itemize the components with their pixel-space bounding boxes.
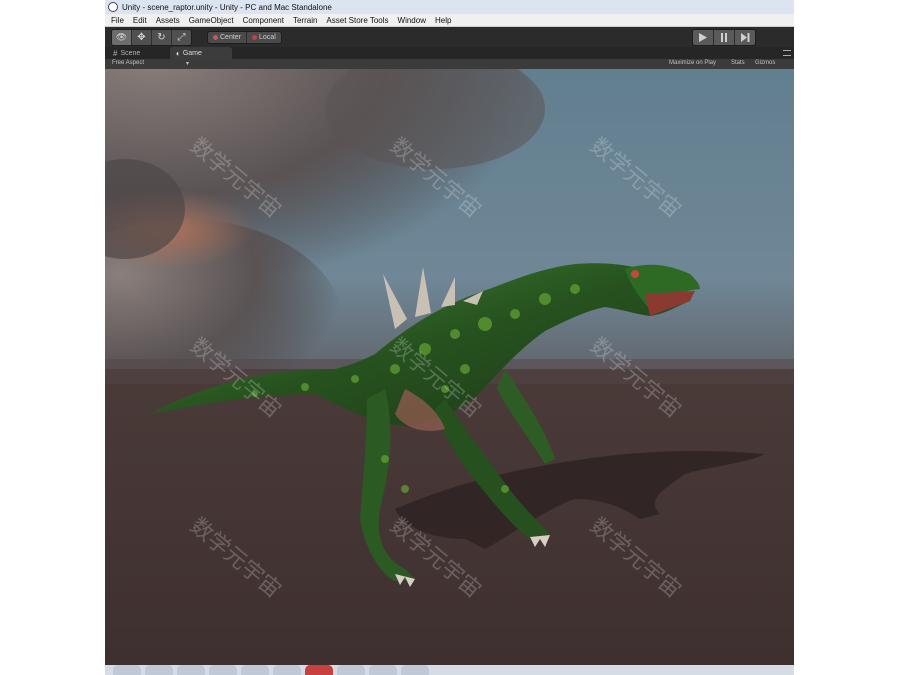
pivot-center-button[interactable]: Center: [208, 32, 248, 43]
tab-game-label: Game: [182, 49, 202, 57]
taskbar-app-icon[interactable]: [145, 665, 173, 675]
local-icon: [252, 35, 258, 40]
menu-asset-store-tools[interactable]: Asset Store Tools: [326, 16, 388, 25]
taskbar-app-icon[interactable]: [177, 665, 205, 675]
title-bar: Unity - scene_raptor.unity - Unity - PC …: [105, 0, 794, 14]
step-icon: [740, 33, 749, 42]
transform-tools: 👁 ✥ ↻ ⤢: [111, 29, 192, 46]
game-viewport[interactable]: 数学元宇宙 数学元宇宙 数学元宇宙 数学元宇宙 数学元宇宙 数学元宇宙 数学元宇…: [105, 69, 794, 665]
menu-file[interactable]: File: [111, 16, 124, 25]
menu-bar: File Edit Assets GameObject Component Te…: [105, 14, 794, 27]
taskbar-app-icon[interactable]: [273, 665, 301, 675]
eye-icon: 👁: [115, 32, 128, 42]
taskbar: [105, 665, 794, 675]
menu-help[interactable]: Help: [435, 16, 451, 25]
scale-tool-button[interactable]: ⤢: [172, 30, 191, 45]
start-button-icon[interactable]: [113, 665, 141, 675]
view-tool-button[interactable]: 👁: [112, 30, 132, 45]
taskbar-app-icon[interactable]: [305, 665, 333, 675]
game-pacman-icon: ◖: [175, 48, 180, 58]
gizmos-dropdown[interactable]: Gizmos: [755, 60, 775, 66]
pause-button[interactable]: [714, 30, 735, 45]
stats-toggle[interactable]: Stats: [731, 60, 745, 66]
tab-bar: # Scene ◖ Game: [105, 47, 794, 59]
taskbar-app-icon[interactable]: [369, 665, 397, 675]
move-tool-button[interactable]: ✥: [132, 30, 152, 45]
taskbar-app-icon[interactable]: [241, 665, 269, 675]
step-button[interactable]: [735, 30, 755, 45]
unity-logo-icon: [108, 2, 118, 12]
maximize-on-play-toggle[interactable]: Maximize on Play: [669, 60, 716, 66]
pivot-icon: [213, 35, 218, 40]
aspect-dropdown-arrow-icon: ▾: [186, 61, 190, 67]
rotate-tool-button[interactable]: ↻: [152, 30, 172, 45]
unity-editor-window: Unity - scene_raptor.unity - Unity - PC …: [105, 0, 794, 675]
rotate-icon: ↻: [157, 32, 166, 43]
pivot-center-label: Center: [220, 34, 242, 41]
pivot-local-label: Local: [259, 34, 276, 41]
toolbar: 👁 ✥ ↻ ⤢ Center Local: [105, 27, 794, 47]
menu-edit[interactable]: Edit: [133, 16, 147, 25]
play-button[interactable]: [693, 30, 714, 45]
panel-menu-icon[interactable]: [783, 50, 791, 56]
pause-icon: [721, 33, 727, 42]
menu-terrain[interactable]: Terrain: [293, 16, 317, 25]
game-view-controls: Free Aspect ▾ Maximize on Play Stats Giz…: [105, 59, 794, 69]
taskbar-app-icon[interactable]: [401, 665, 429, 675]
tab-game[interactable]: ◖ Game: [170, 47, 232, 59]
scale-icon: ⤢: [177, 32, 186, 43]
menu-window[interactable]: Window: [398, 16, 426, 25]
scene-grid-icon: #: [113, 48, 118, 58]
tab-scene-label: Scene: [120, 49, 141, 57]
move-icon: ✥: [137, 32, 146, 43]
aspect-dropdown[interactable]: Free Aspect: [112, 60, 144, 66]
taskbar-app-icon[interactable]: [209, 665, 237, 675]
taskbar-app-icon[interactable]: [337, 665, 365, 675]
pivot-local-button[interactable]: Local: [247, 32, 281, 43]
menu-assets[interactable]: Assets: [156, 16, 180, 25]
menu-component[interactable]: Component: [243, 16, 284, 25]
playback-controls: [692, 29, 756, 46]
menu-gameobject[interactable]: GameObject: [189, 16, 234, 25]
play-icon: [699, 33, 707, 42]
pivot-toggles: Center Local: [207, 31, 282, 44]
window-title: Unity - scene_raptor.unity - Unity - PC …: [122, 2, 332, 12]
tab-scene[interactable]: # Scene: [108, 47, 168, 59]
